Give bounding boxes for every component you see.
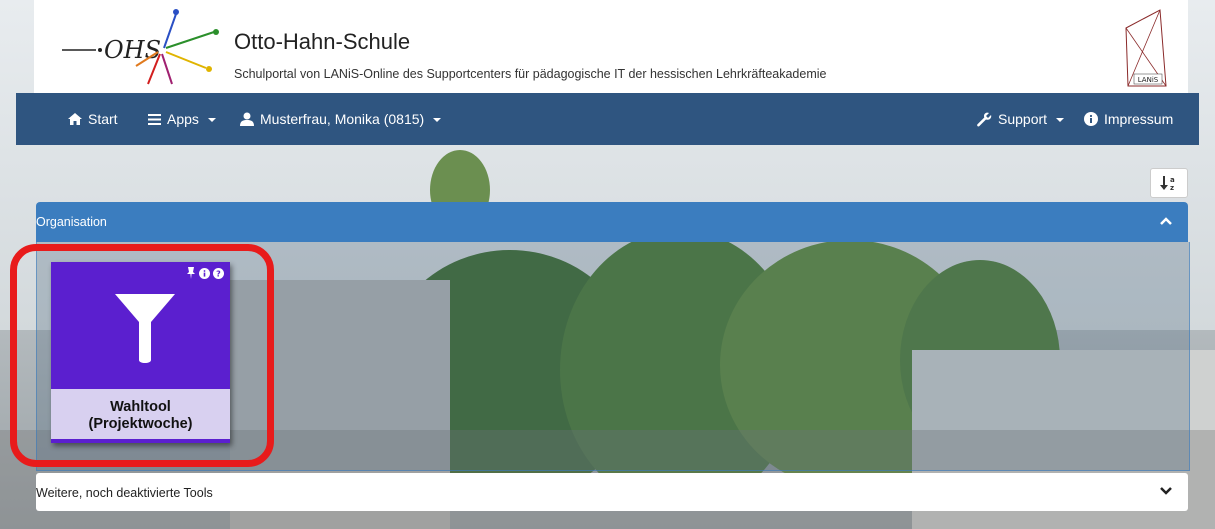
school-title: Otto-Hahn-Schule — [234, 29, 411, 54]
nav-start-label: Start — [88, 111, 118, 127]
sort-alpha-icon: a z — [1160, 176, 1175, 191]
svg-text:OHS: OHS — [104, 36, 161, 64]
sort-alpha-button[interactable]: a z — [1150, 168, 1188, 198]
highlight-ring — [10, 244, 274, 467]
nav-impressum[interactable]: Impressum — [1084, 93, 1173, 145]
panel-organisation-header[interactable]: Organisation — [36, 202, 1188, 242]
home-icon — [68, 113, 82, 125]
chevron-down-icon — [1056, 118, 1065, 122]
chevron-down-icon[interactable] — [1160, 486, 1172, 496]
chevron-up-icon[interactable] — [1160, 216, 1172, 226]
menu-icon — [148, 113, 161, 125]
nav-support-dropdown[interactable]: Support — [977, 93, 1065, 145]
nav-user-dropdown[interactable]: Musterfrau, Monika (0815) — [240, 93, 442, 145]
svg-text:z: z — [1170, 184, 1174, 191]
nav-apps-label: Apps — [167, 111, 199, 127]
lanis-logo[interactable]: LANiS — [1122, 8, 1170, 88]
chevron-down-icon — [207, 118, 216, 122]
chevron-down-icon — [433, 118, 442, 122]
nav-start[interactable]: Start — [68, 93, 118, 145]
svg-text:a: a — [1170, 176, 1175, 184]
page-header: OHS Otto-Hahn-Schule Schulportal von LAN… — [34, 0, 1188, 93]
svg-text:LANiS: LANiS — [1138, 76, 1159, 84]
nav-apps-dropdown[interactable]: Apps — [148, 93, 216, 145]
info-icon — [1084, 112, 1098, 126]
panel-inactive-tools-header[interactable]: Weitere, noch deaktivierte Tools — [36, 473, 1188, 511]
nav-support-label: Support — [998, 111, 1048, 127]
nav-user-label: Musterfrau, Monika (0815) — [260, 111, 425, 127]
nav-impressum-label: Impressum — [1104, 111, 1174, 127]
wrench-icon — [977, 112, 992, 126]
main-navbar: Start Apps Musterfrau, Monika (0815) Sup… — [16, 93, 1199, 145]
ohs-logo[interactable]: OHS — [56, 6, 242, 86]
user-icon — [240, 112, 254, 126]
portal-subtitle: Schulportal von LANiS-Online des Support… — [234, 67, 827, 81]
panel-organisation-title: Organisation — [36, 215, 107, 229]
panel-inactive-tools-title: Weitere, noch deaktivierte Tools — [36, 486, 213, 500]
